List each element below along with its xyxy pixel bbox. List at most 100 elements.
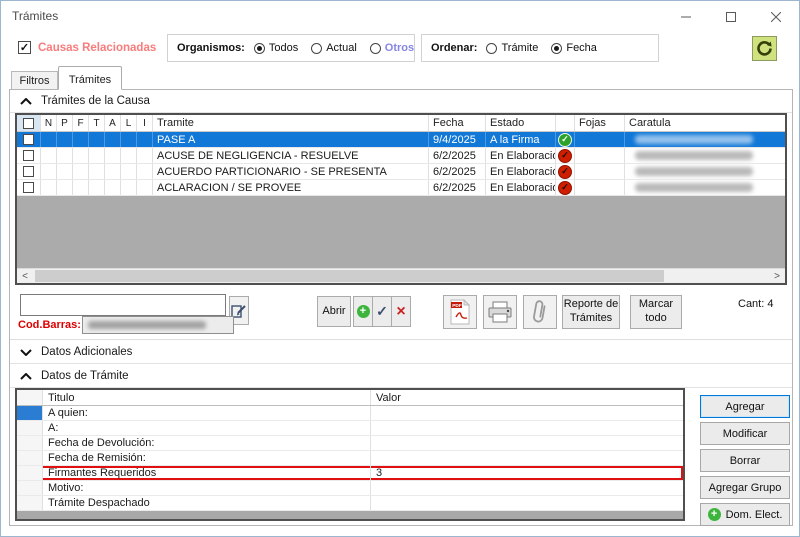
datos-row[interactable]: Trámite Despachado bbox=[17, 496, 683, 511]
titulo-cell: Motivo: bbox=[43, 481, 371, 495]
tramites-table-body: PASE A9/4/2025A la Firma✓ACUSE DE NEGLIG… bbox=[17, 132, 785, 196]
tramites-de-la-causa-header[interactable]: Trámites de la Causa bbox=[10, 90, 792, 113]
column-header-p[interactable]: P bbox=[57, 115, 73, 131]
status-cell: ✓ bbox=[556, 132, 575, 147]
scrollbar-thumb[interactable] bbox=[35, 270, 664, 282]
check-icon: ✓ bbox=[376, 303, 388, 321]
datos-row[interactable]: Fecha de Devolución: bbox=[17, 436, 683, 451]
radio-actual[interactable]: Actual bbox=[311, 42, 357, 54]
modificar-button[interactable]: Modificar bbox=[700, 422, 790, 445]
flag-cell bbox=[41, 164, 57, 179]
column-header-l[interactable]: L bbox=[121, 115, 137, 131]
scroll-left-icon[interactable]: < bbox=[17, 271, 33, 282]
column-header-fecha[interactable]: Fecha bbox=[429, 115, 486, 131]
delete-button[interactable]: × bbox=[391, 296, 411, 327]
select-all-checkbox[interactable] bbox=[17, 115, 41, 131]
row-checkbox[interactable] bbox=[17, 148, 41, 163]
row-selector[interactable] bbox=[17, 451, 43, 465]
minimize-icon bbox=[681, 12, 691, 22]
table-row[interactable]: ACLARACION / SE PROVEE6/2/2025En Elabora… bbox=[17, 180, 785, 196]
column-header-tramite[interactable]: Tramite bbox=[153, 115, 429, 131]
column-header-status[interactable] bbox=[556, 115, 575, 131]
collapse-up-icon bbox=[20, 373, 32, 380]
print-button[interactable] bbox=[483, 295, 517, 329]
table-bottom-scrollbar[interactable] bbox=[17, 511, 683, 519]
radio-tr-mite[interactable]: Trámite bbox=[486, 42, 538, 54]
row-checkbox[interactable] bbox=[17, 132, 41, 147]
borrar-button[interactable]: Borrar bbox=[700, 449, 790, 472]
row-selector[interactable] bbox=[17, 421, 43, 435]
column-header-a[interactable]: A bbox=[105, 115, 121, 131]
tramite-search-input[interactable] bbox=[20, 294, 226, 316]
flag-cell bbox=[57, 132, 73, 147]
flag-cell bbox=[41, 148, 57, 163]
flag-cell bbox=[57, 148, 73, 163]
maximize-button[interactable] bbox=[708, 2, 753, 31]
agregar-grupo-button[interactable]: Agregar Grupo bbox=[700, 476, 790, 499]
column-header-i[interactable]: I bbox=[137, 115, 153, 131]
checkbox-checked-icon: ✓ bbox=[18, 41, 31, 54]
datos-row[interactable]: Firmantes Requeridos3 bbox=[17, 466, 683, 481]
attachment-button[interactable] bbox=[523, 295, 557, 329]
radio-fecha[interactable]: Fecha bbox=[551, 42, 597, 54]
button-label: Agregar bbox=[725, 401, 764, 413]
flag-cell bbox=[105, 164, 121, 179]
datos-table-header: Titulo Valor bbox=[17, 390, 683, 406]
datos-de-tramite-header[interactable]: Datos de Trámite bbox=[10, 365, 792, 388]
minimize-button[interactable] bbox=[663, 2, 708, 31]
column-header-f[interactable]: F bbox=[73, 115, 89, 131]
row-selector[interactable] bbox=[17, 466, 43, 480]
scroll-right-icon[interactable]: > bbox=[769, 271, 785, 282]
pdf-button[interactable]: PDF bbox=[443, 295, 477, 329]
table-row[interactable]: ACUERDO PARTICIONARIO - SE PRESENTA6/2/2… bbox=[17, 164, 785, 180]
radio-otros[interactable]: Otros bbox=[370, 42, 414, 54]
abrir-button[interactable]: Abrir bbox=[317, 296, 351, 327]
row-selector[interactable] bbox=[17, 436, 43, 450]
row-checkbox[interactable] bbox=[17, 164, 41, 179]
cod-barras-input[interactable] bbox=[82, 316, 234, 334]
redacted-text bbox=[635, 167, 753, 176]
row-selector[interactable] bbox=[17, 406, 43, 420]
tab-filtros[interactable]: Filtros bbox=[11, 71, 58, 90]
column-header-titulo[interactable]: Titulo bbox=[43, 390, 371, 405]
column-header-valor[interactable]: Valor bbox=[371, 390, 683, 405]
tab-tr-mites[interactable]: Trámites bbox=[58, 66, 122, 90]
reporte-de-tramites-button[interactable]: Reporte de Trámites bbox=[562, 295, 620, 329]
agregar-button[interactable]: Agregar bbox=[700, 395, 790, 418]
row-selector[interactable] bbox=[17, 481, 43, 495]
dom-elect-button[interactable]: +Dom. Elect. bbox=[700, 503, 790, 526]
titulo-cell: Trámite Despachado bbox=[43, 496, 371, 510]
organismos-groupbox: Organismos: TodosActualOtros bbox=[167, 34, 415, 62]
status-draft-icon: ✓ bbox=[558, 181, 572, 195]
collapse-down-icon bbox=[20, 349, 32, 356]
confirm-button[interactable]: ✓ bbox=[372, 296, 392, 327]
row-selector[interactable] bbox=[17, 496, 43, 510]
column-header-caratula[interactable]: Caratula bbox=[625, 115, 785, 131]
column-header-fojas[interactable]: Fojas bbox=[575, 115, 625, 131]
datos-adicionales-header[interactable]: Datos Adicionales bbox=[10, 341, 792, 364]
datos-row[interactable]: A quien: bbox=[17, 406, 683, 421]
tramite-cell: ACLARACION / SE PROVEE bbox=[153, 180, 429, 195]
datos-row[interactable]: Fecha de Remisión: bbox=[17, 451, 683, 466]
datos-tramite-table: Titulo Valor A quien:A:Fecha de Devoluci… bbox=[15, 388, 685, 521]
table-row[interactable]: ACUSE DE NEGLIGENCIA - RESUELVE6/2/2025E… bbox=[17, 148, 785, 164]
add-button[interactable]: + bbox=[353, 296, 373, 327]
fojas-cell bbox=[575, 148, 625, 163]
horizontal-scrollbar[interactable]: < > bbox=[17, 268, 785, 283]
radio-todos[interactable]: Todos bbox=[254, 42, 298, 54]
row-checkbox[interactable] bbox=[17, 180, 41, 195]
close-button[interactable] bbox=[753, 2, 798, 31]
refresh-button[interactable] bbox=[752, 36, 777, 61]
button-label: Abrir bbox=[322, 305, 345, 319]
column-header-t[interactable]: T bbox=[89, 115, 105, 131]
causas-relacionadas-label: Causas Relacionadas bbox=[38, 42, 156, 54]
datos-row[interactable]: Motivo: bbox=[17, 481, 683, 496]
column-header-n[interactable]: N bbox=[41, 115, 57, 131]
caratula-cell bbox=[625, 132, 785, 147]
datos-row[interactable]: A: bbox=[17, 421, 683, 436]
table-row[interactable]: PASE A9/4/2025A la Firma✓ bbox=[17, 132, 785, 148]
column-header-estado[interactable]: Estado bbox=[486, 115, 556, 131]
scrollbar-track[interactable] bbox=[33, 269, 769, 283]
causas-relacionadas-checkbox[interactable]: ✓ Causas Relacionadas bbox=[18, 41, 156, 54]
marcar-todo-button[interactable]: Marcar todo bbox=[630, 295, 682, 329]
